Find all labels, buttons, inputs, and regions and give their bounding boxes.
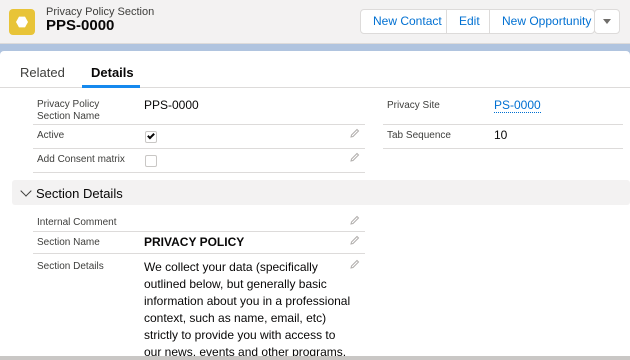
divider [33, 253, 365, 254]
consent-checkbox[interactable] [145, 155, 157, 167]
record-name: PPS-0000 [46, 17, 115, 34]
record-header: Privacy Policy Section PPS-0000 New Cont… [0, 0, 630, 44]
active-field-label: Active [37, 130, 65, 141]
chevron-down-icon [20, 185, 32, 197]
privacy-site-link[interactable]: PS-0000 [494, 98, 541, 113]
active-tab-indicator [82, 85, 140, 88]
checkmark-icon [147, 131, 155, 140]
section-name-field-value: PPS-0000 [144, 98, 199, 112]
section-details-line: context, such as name, email, etc) [144, 311, 327, 325]
tab-details[interactable]: Details [91, 65, 134, 80]
record-detail-card: Related Details Privacy Policy Section N… [0, 51, 630, 360]
edit-pencil-icon[interactable] [350, 259, 360, 269]
divider [33, 231, 365, 232]
section-details-line: information about you in a professional [144, 294, 351, 308]
divider [33, 172, 365, 173]
tab-sequence-field-label: Tab Sequence [387, 130, 451, 141]
section-name-label: Section Name [37, 237, 100, 248]
consent-field-label: Add Consent matrix [37, 154, 125, 165]
action-button-group: New Contact Edit New Opportunity [360, 9, 595, 34]
tab-sequence-field-value: 10 [494, 128, 508, 142]
section-details-header[interactable]: Section Details [12, 180, 630, 205]
section-details-title: Section Details [36, 186, 123, 201]
edit-pencil-icon[interactable] [350, 235, 360, 245]
tab-bar: Related Details [0, 51, 630, 88]
section-details-label: Section Details [37, 261, 104, 272]
new-contact-button[interactable]: New Contact [361, 10, 447, 33]
section-details-line: We collect your data (specifically [144, 260, 318, 274]
more-actions-button[interactable] [594, 9, 620, 34]
active-checkbox[interactable] [145, 131, 157, 143]
internal-comment-field-label: Internal Comment [37, 217, 117, 228]
section-details-text: We collect your data (specifically outli… [144, 259, 350, 360]
edit-pencil-icon[interactable] [350, 152, 360, 162]
privacy-site-field-label: Privacy Site [387, 100, 440, 111]
section-details-line: outlined below, but generally basic [144, 277, 327, 291]
chevron-down-icon [603, 19, 611, 24]
section-name-value: PRIVACY POLICY [144, 235, 245, 249]
edit-pencil-icon[interactable] [350, 128, 360, 138]
tab-related[interactable]: Related [20, 65, 65, 80]
privacy-policy-section-icon [9, 9, 35, 35]
divider [33, 124, 365, 125]
edit-pencil-icon[interactable] [350, 215, 360, 225]
horizontal-scrollbar[interactable] [0, 356, 630, 360]
divider [383, 148, 623, 149]
section-details-line: strictly to provide you with access to [144, 328, 336, 342]
edit-button[interactable]: Edit [447, 10, 490, 33]
divider [33, 148, 365, 149]
divider [383, 124, 623, 125]
section-name-field-label: Privacy Policy Section Name [37, 99, 100, 122]
new-opportunity-button[interactable]: New Opportunity [490, 10, 594, 33]
